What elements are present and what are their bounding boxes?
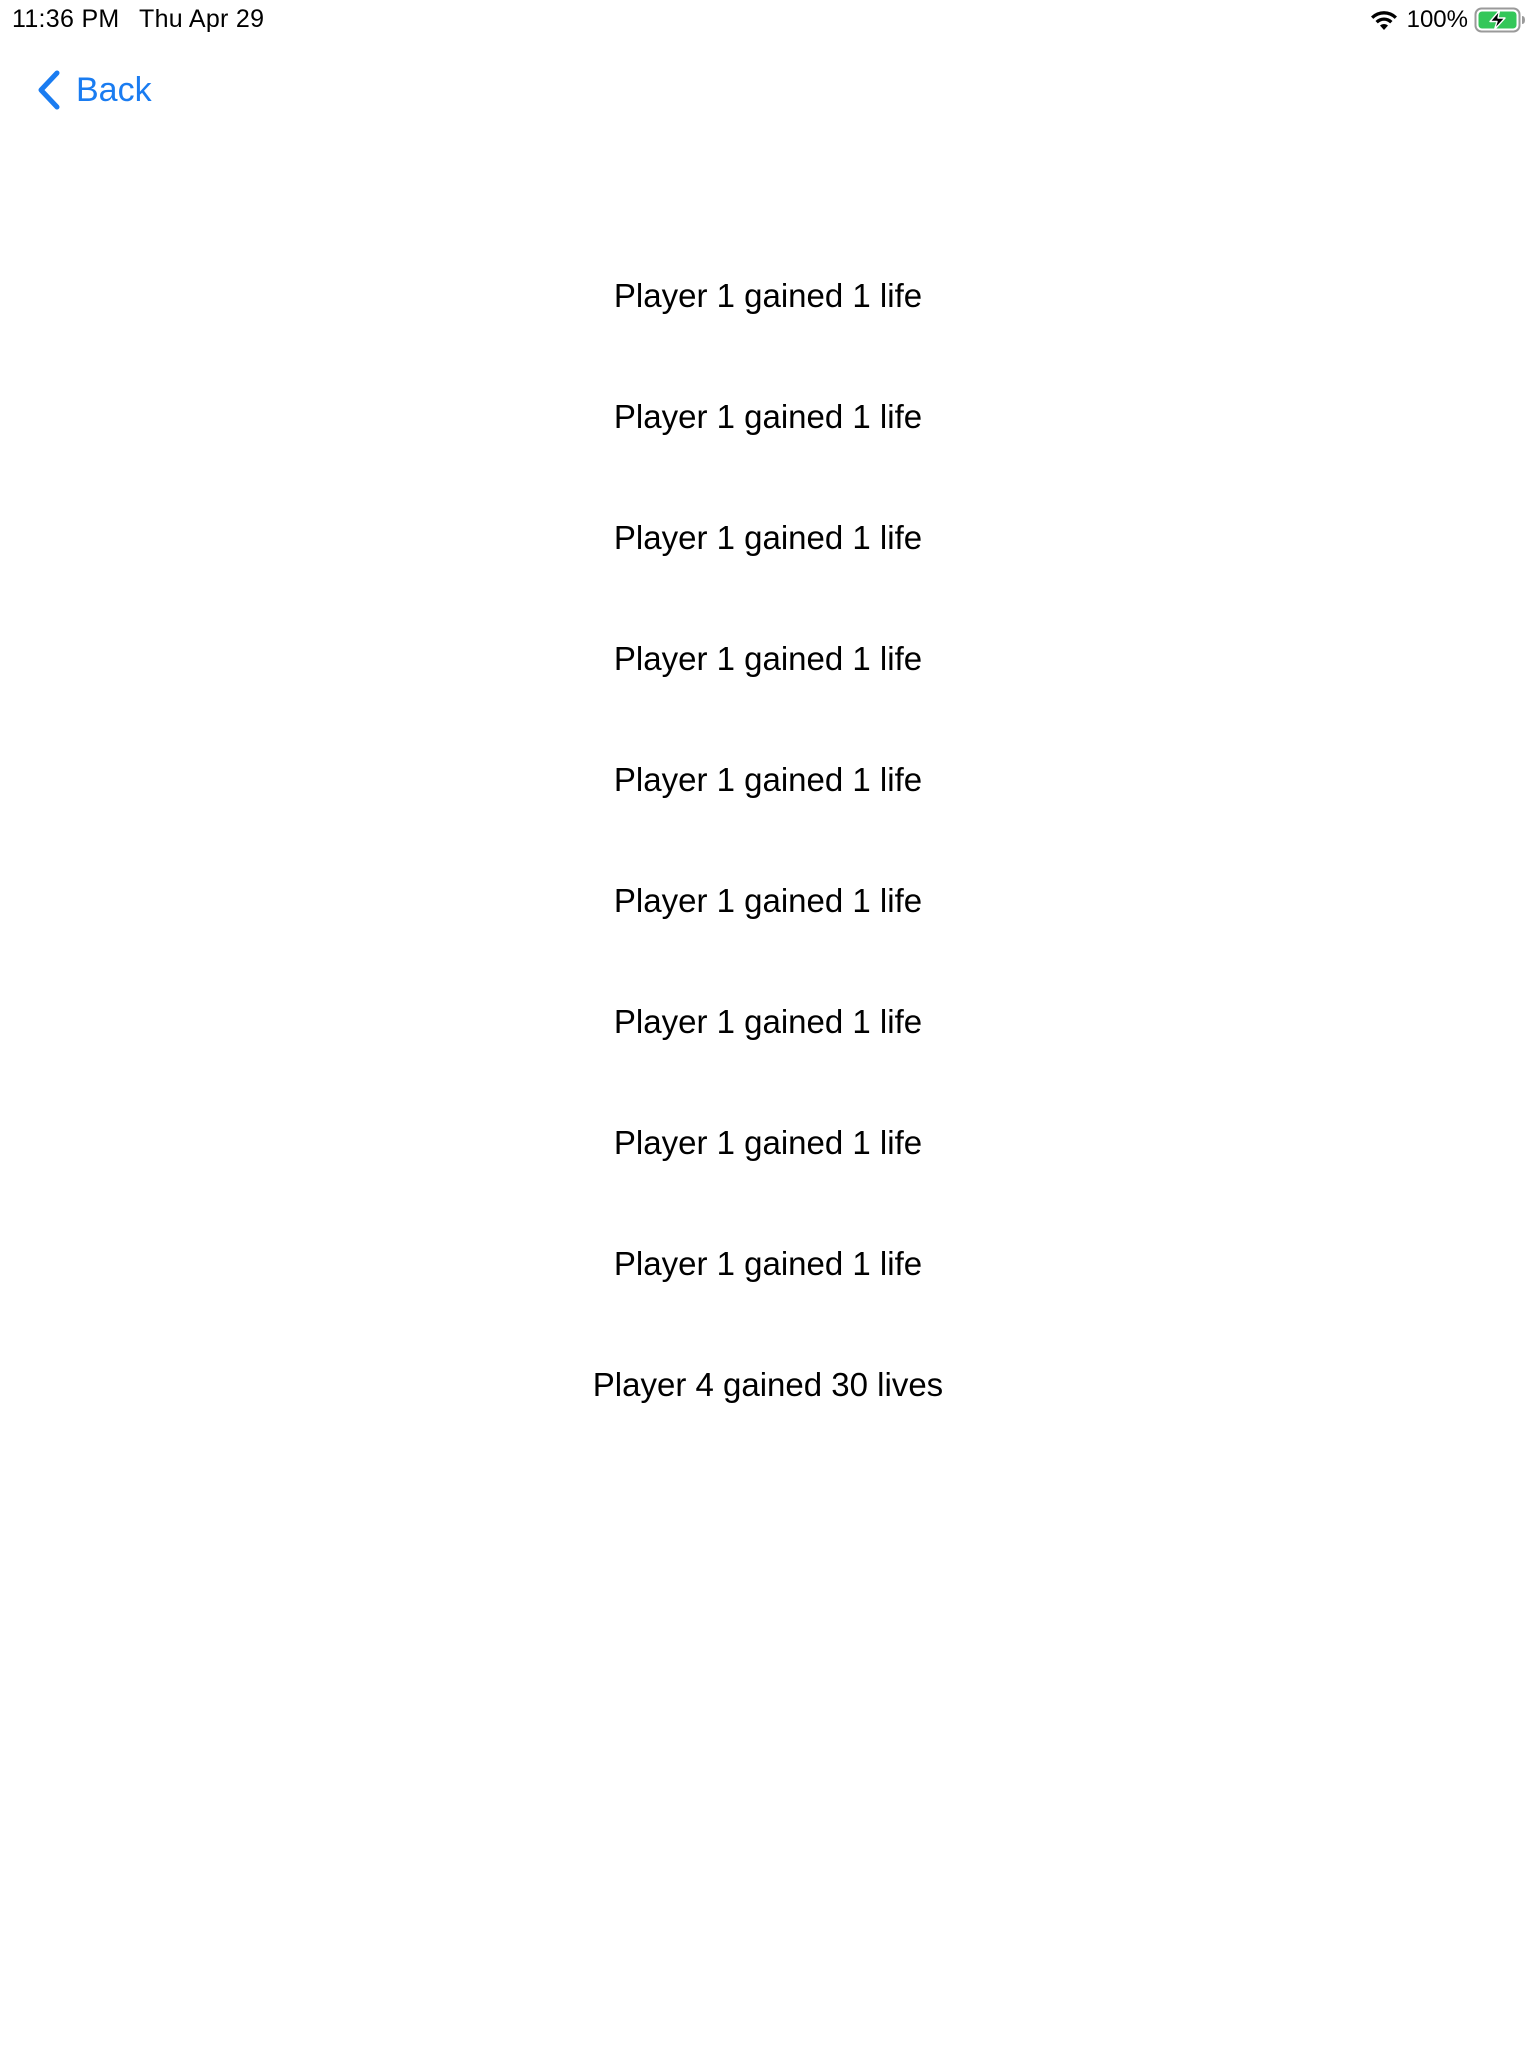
log-entry: Player 1 gained 1 life: [613, 1003, 923, 1040]
status-indicators: 100%: [1369, 6, 1526, 34]
log-entry: Player 1 gained 1 life: [613, 519, 923, 556]
status-bar: 11:36 PM Thu Apr 29 100%: [0, 0, 1536, 40]
battery-charging-icon: [1474, 7, 1525, 33]
log-entry: Player 1 gained 1 life: [613, 1245, 923, 1282]
battery-percent: 100%: [1406, 6, 1468, 33]
status-date: Thu Apr 29: [139, 5, 265, 33]
back-button[interactable]: Back: [36, 62, 152, 118]
chevron-left-icon: [38, 70, 60, 110]
log-entry: Player 1 gained 1 life: [613, 398, 923, 435]
life-log-list: Player 1 gained 1 life Player 1 gained 1…: [0, 250, 1536, 1460]
app-screen: 11:36 PM Thu Apr 29 100% Back Player 1 g…: [0, 0, 1536, 2048]
log-entry: Player 1 gained 1 life: [613, 882, 923, 919]
back-label: Back: [76, 70, 152, 109]
log-entry: Player 1 gained 1 life: [613, 277, 923, 314]
log-entry: Player 1 gained 1 life: [613, 1124, 923, 1161]
status-time: 11:36 PM: [12, 5, 120, 33]
log-entry: Player 4 gained 30 lives: [592, 1366, 944, 1403]
log-entry: Player 1 gained 1 life: [613, 640, 923, 677]
log-entry: Player 1 gained 1 life: [613, 761, 923, 798]
wifi-icon: [1370, 11, 1397, 30]
